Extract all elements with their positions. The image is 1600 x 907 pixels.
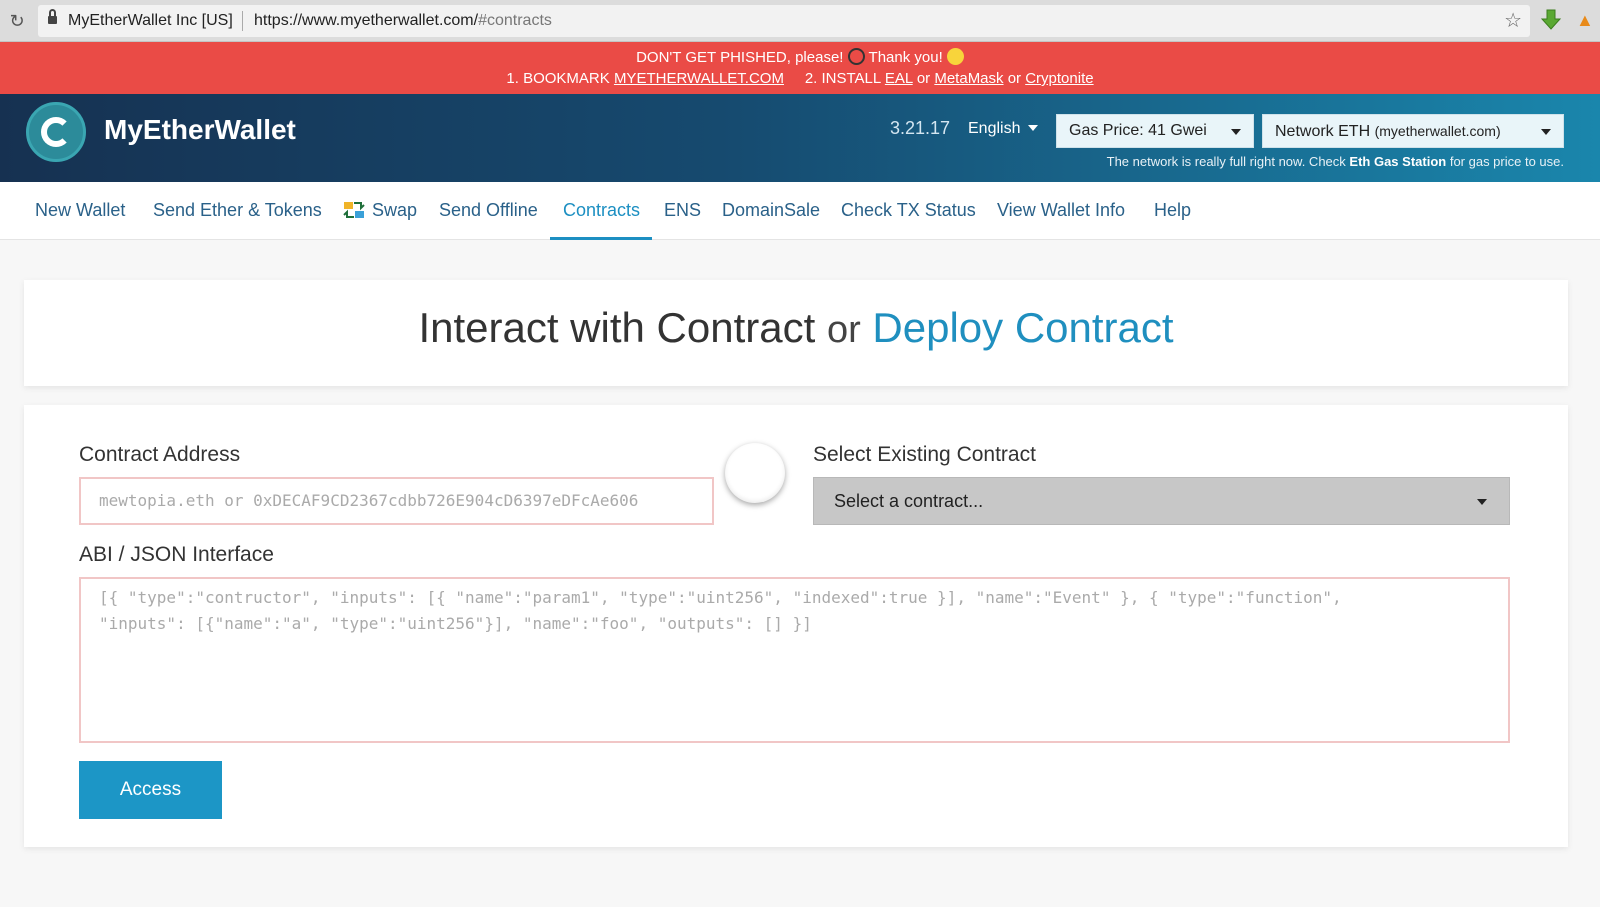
gas-note-text-b: for gas price to use. (1449, 154, 1564, 169)
contract-address-input[interactable]: mewtopia.eth or 0xDECAF9CD2367cdbb726E90… (79, 477, 714, 525)
bookmark-star-icon[interactable]: ☆ (1504, 8, 1522, 33)
url-main: https://www.myetherwallet.com/ (254, 12, 479, 29)
contract-address-label: Contract Address (79, 443, 241, 466)
phishing-thanks-text: Thank you! (868, 49, 943, 66)
extension-fox-icon[interactable]: ▲ (1576, 10, 1594, 31)
abi-json-textarea[interactable]: [{ "type":"contructor", "inputs": [{ "na… (79, 577, 1510, 743)
tab-contracts[interactable]: Contracts (563, 200, 640, 221)
tab-help[interactable]: Help (1154, 200, 1191, 221)
tab-send-ether-tokens[interactable]: Send Ether & Tokens (153, 200, 322, 221)
title-or: or (826, 309, 861, 351)
caret-down-icon (1028, 125, 1039, 131)
bookmark-link[interactable]: MYETHERWALLET.COM (614, 70, 784, 87)
tab-domainsale[interactable]: DomainSale (722, 200, 820, 221)
mew-logo-icon[interactable] (26, 102, 86, 162)
network-host: (myetherwallet.com) (1374, 123, 1501, 139)
bookmark-instruction: 1. BOOKMARK (506, 70, 610, 87)
network-label: Network ETH (1275, 123, 1371, 140)
gas-price-label: Gas Price: 41 Gwei (1069, 122, 1207, 139)
contract-form-card: Contract Address mewtopia.eth or 0xDECAF… (24, 405, 1568, 847)
install-instruction: 2. INSTALL (804, 70, 881, 87)
gas-price-dropdown[interactable]: Gas Price: 41 Gwei (1056, 114, 1254, 148)
swap-icon (343, 202, 365, 218)
headphones-emoji-icon (847, 48, 865, 65)
interact-contract-heading[interactable]: Interact with Contract (418, 304, 815, 351)
address-bar[interactable]: MyEtherWallet Inc [US] https://www.myeth… (38, 5, 1530, 37)
select-existing-contract-label: Select Existing Contract (813, 443, 1036, 466)
brand-name[interactable]: MyEtherWallet (104, 114, 296, 146)
or-text-1: or (916, 70, 931, 87)
language-dropdown[interactable]: English (968, 120, 1039, 138)
address-separator (242, 11, 243, 31)
lock-icon (48, 9, 57, 25)
phishing-warning-banner: DON'T GET PHISHED, please! Thank you! 1.… (0, 42, 1600, 94)
access-button[interactable]: Access (79, 761, 222, 819)
existing-contract-select[interactable]: Select a contract... (813, 477, 1510, 525)
abi-json-label: ABI / JSON Interface (79, 543, 274, 566)
tab-send-offline[interactable]: Send Offline (439, 200, 538, 221)
smile-emoji-icon (946, 48, 964, 65)
select-contract-value: Select a contract... (834, 491, 984, 511)
active-tab-indicator (550, 237, 652, 240)
metamask-link[interactable]: MetaMask (934, 70, 1003, 87)
caret-down-icon (1231, 129, 1241, 135)
cryptonite-link[interactable]: Cryptonite (1025, 70, 1093, 87)
url-text[interactable]: https://www.myetherwallet.com/#contracts (254, 12, 552, 30)
deploy-contract-link[interactable]: Deploy Contract (872, 304, 1173, 351)
phishing-warning-text: DON'T GET PHISHED, please! (636, 49, 844, 66)
language-label: English (968, 120, 1021, 137)
download-arrow-icon[interactable] (1540, 8, 1562, 32)
tab-check-tx-status[interactable]: Check TX Status (841, 200, 976, 221)
eth-gas-station-link[interactable]: Eth Gas Station (1349, 154, 1446, 169)
main-nav: New Wallet Send Ether & Tokens Swap Send… (0, 182, 1600, 240)
page-title: Interact with Contract or Deploy Contrac… (24, 304, 1568, 352)
identicon-placeholder (725, 443, 785, 503)
version-number: 3.21.17 (890, 118, 951, 138)
tab-swap[interactable]: Swap (372, 200, 417, 221)
site-header: MyEtherWallet 3.21.17 English Gas Price:… (0, 94, 1600, 182)
caret-down-icon (1541, 129, 1551, 135)
title-card: Interact with Contract or Deploy Contrac… (24, 280, 1568, 386)
browser-toolbar: ↻ MyEtherWallet Inc [US] https://www.mye… (0, 0, 1600, 42)
site-org-label: MyEtherWallet Inc [US] (68, 12, 233, 29)
gas-network-note: The network is really full right now. Ch… (1107, 154, 1564, 169)
phishing-line-1: DON'T GET PHISHED, please! Thank you! (0, 48, 1600, 66)
network-dropdown[interactable]: Network ETH (myetherwallet.com) (1262, 114, 1564, 148)
tab-ens[interactable]: ENS (664, 200, 701, 221)
reload-icon[interactable]: ↻ (6, 10, 28, 32)
gas-note-text-a: The network is really full right now. Ch… (1106, 154, 1346, 169)
tab-view-wallet-info[interactable]: View Wallet Info (997, 200, 1125, 221)
tab-new-wallet[interactable]: New Wallet (35, 200, 125, 221)
caret-down-icon (1477, 499, 1487, 505)
url-hash: #contracts (478, 12, 552, 29)
phishing-line-2: 1. BOOKMARK MYETHERWALLET.COM 2. INSTALL… (0, 70, 1600, 87)
or-text-2: or (1007, 70, 1022, 87)
eal-link[interactable]: EAL (885, 70, 913, 87)
